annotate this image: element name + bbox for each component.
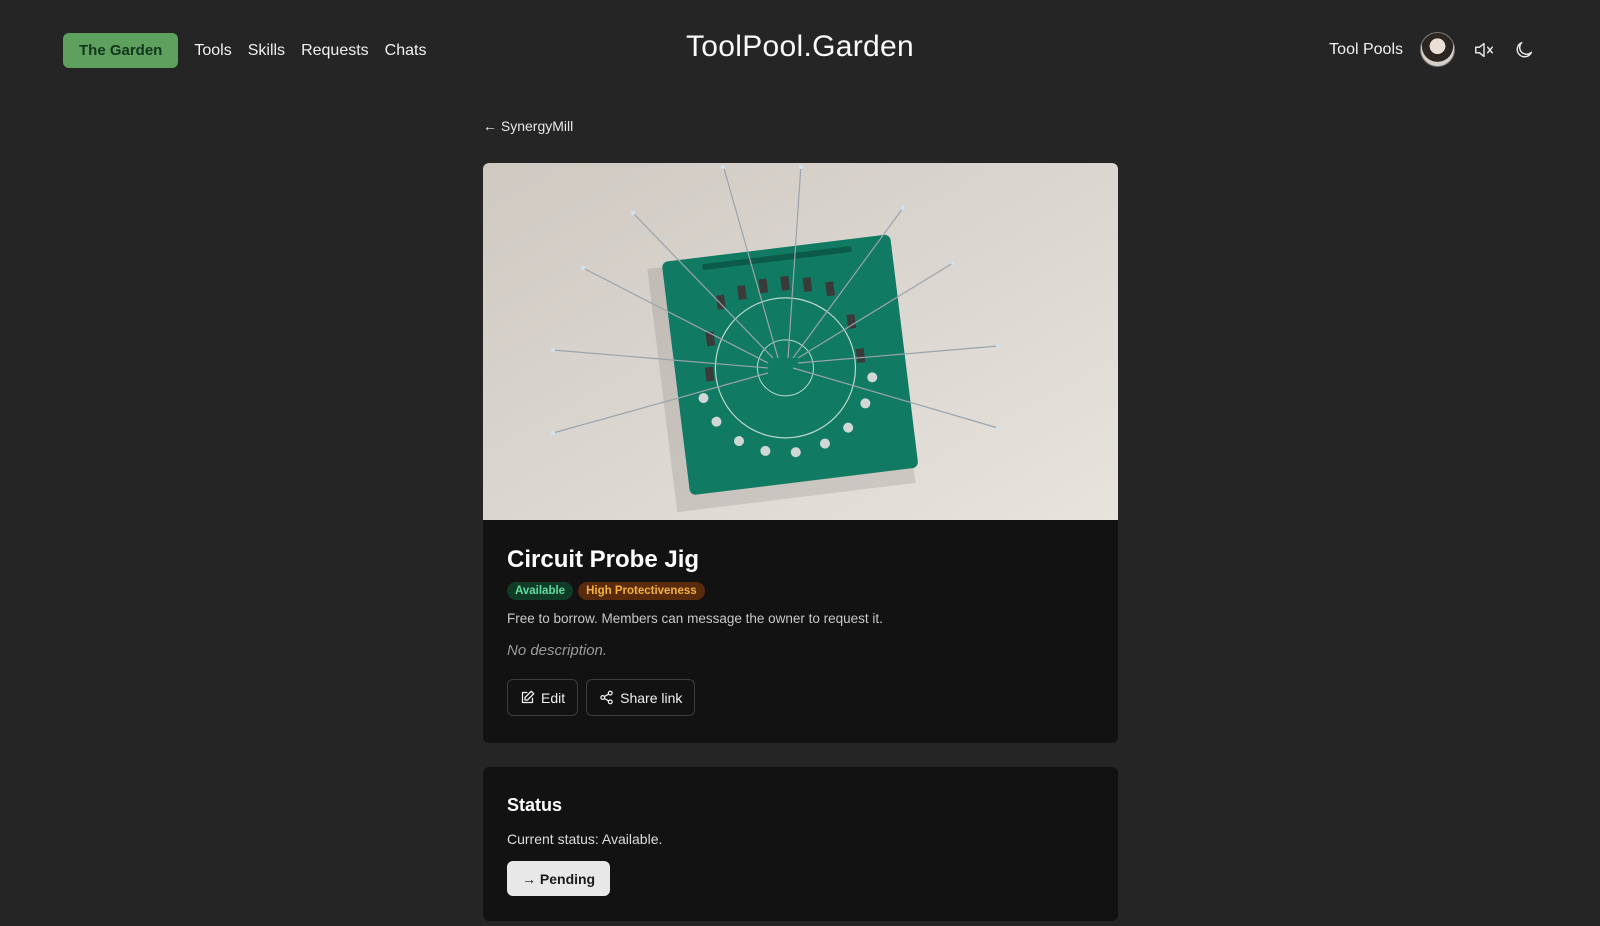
tool-name: Circuit Probe Jig (507, 546, 700, 573)
tool-photo (483, 163, 1118, 520)
tool-description: No description. (507, 642, 608, 659)
protectiveness-badge: High Protectiveness (578, 582, 705, 600)
avatar[interactable] (1420, 32, 1455, 67)
tool-actions: Edit Share link (507, 679, 1094, 716)
share-label: Share link (620, 689, 683, 706)
status-badge: Available (507, 582, 574, 600)
back-link[interactable]: ← SynergyMill (483, 118, 573, 134)
set-pending-button[interactable]: → Pending (507, 861, 611, 896)
borrow-hint: Free to borrow. Members can message the … (507, 611, 883, 626)
mute-icon[interactable] (1472, 38, 1496, 62)
share-link-button[interactable]: Share link (586, 679, 696, 716)
moon-icon[interactable] (1512, 38, 1536, 62)
top-navigation: The Garden Tools Skills Requests Chats T… (0, 0, 1600, 100)
tool-pools-link[interactable]: Tool Pools (1329, 41, 1403, 59)
edit-label: Edit (541, 689, 566, 706)
tool-detail-card: Circuit Probe Jig Available High Protect… (483, 163, 1118, 743)
edit-button[interactable]: Edit (507, 679, 579, 716)
share-icon (600, 690, 613, 705)
user-nav: Tool Pools (1329, 32, 1536, 67)
current-status-text: Current status: Available. (507, 831, 663, 847)
edit-icon (521, 690, 535, 704)
status-card: Status Current status: Available. → Pend… (483, 767, 1118, 921)
status-title: Status (507, 795, 563, 815)
badge-row: Available High Protectiveness (507, 582, 1094, 600)
